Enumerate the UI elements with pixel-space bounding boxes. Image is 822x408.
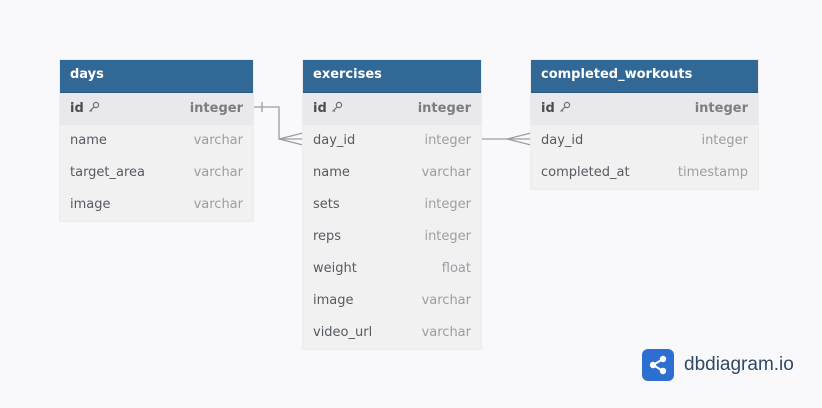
table-title[interactable]: exercises (303, 60, 481, 93)
column-name: id (541, 101, 555, 116)
relationship-days-exercises (254, 102, 304, 146)
column-name: reps (313, 229, 342, 244)
column-type: varchar (421, 325, 471, 340)
key-icon (559, 101, 570, 112)
share-nodes-icon (642, 349, 674, 381)
table-row[interactable]: target_area varchar (60, 157, 253, 189)
column-type: varchar (193, 197, 243, 212)
table-row[interactable]: image varchar (303, 285, 481, 317)
column-name: name (70, 133, 107, 148)
column-name: day_id (313, 133, 356, 148)
column-type: float (441, 261, 471, 276)
column-type: integer (424, 197, 471, 212)
table-row[interactable]: sets integer (303, 189, 481, 221)
column-name: id (70, 101, 84, 116)
column-name: weight (313, 261, 357, 276)
table-row[interactable]: video_url varchar (303, 317, 481, 349)
table-title[interactable]: completed_workouts (531, 60, 758, 93)
brand-name: dbdiagram.io (684, 354, 794, 375)
table-row[interactable]: id integer (303, 93, 481, 125)
column-type: timestamp (677, 165, 748, 180)
key-icon (88, 101, 99, 112)
table-row[interactable]: completed_at timestamp (531, 157, 758, 189)
diagram-canvas[interactable]: days id integer name varchar target_area… (0, 0, 822, 408)
table-row[interactable]: name varchar (303, 157, 481, 189)
table-row[interactable]: reps integer (303, 221, 481, 253)
column-name: image (70, 197, 111, 212)
column-name: day_id (541, 133, 584, 148)
column-type: integer (189, 101, 243, 116)
column-type: integer (424, 133, 471, 148)
column-type: varchar (193, 133, 243, 148)
column-name: image (313, 293, 354, 308)
table-row[interactable]: day_id integer (303, 125, 481, 157)
column-name: sets (313, 197, 340, 212)
column-type: varchar (193, 165, 243, 180)
table-exercises[interactable]: exercises id integer day_id integer name… (303, 60, 481, 349)
table-title[interactable]: days (60, 60, 253, 93)
table-row[interactable]: id integer (531, 93, 758, 125)
key-icon (331, 101, 342, 112)
relationship-exercises-completed (481, 132, 532, 146)
table-row[interactable]: name varchar (60, 125, 253, 157)
table-row[interactable]: day_id integer (531, 125, 758, 157)
table-row[interactable]: id integer (60, 93, 253, 125)
column-type: varchar (421, 293, 471, 308)
table-row[interactable]: image varchar (60, 189, 253, 221)
column-name: completed_at (541, 165, 630, 180)
column-type: integer (424, 229, 471, 244)
column-name: id (313, 101, 327, 116)
column-name: target_area (70, 165, 146, 180)
table-completed-workouts[interactable]: completed_workouts id integer day_id int… (531, 60, 758, 189)
column-type: integer (417, 101, 471, 116)
brand-logo-link[interactable]: dbdiagram.io (642, 349, 794, 381)
column-type: integer (701, 133, 748, 148)
column-type: varchar (421, 165, 471, 180)
column-name: name (313, 165, 350, 180)
table-days[interactable]: days id integer name varchar target_area… (60, 60, 253, 221)
column-name: video_url (313, 325, 373, 340)
table-row[interactable]: weight float (303, 253, 481, 285)
column-type: integer (694, 101, 748, 116)
